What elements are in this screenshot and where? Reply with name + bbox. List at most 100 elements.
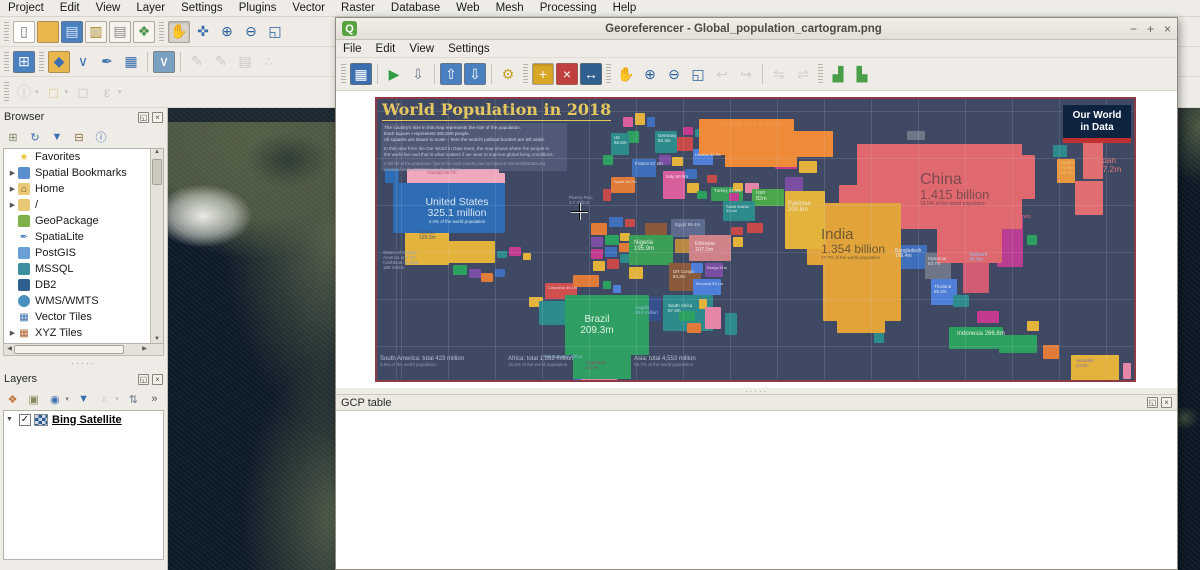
menu-settings[interactable]: Settings [441, 42, 497, 56]
menu-help[interactable]: Help [605, 1, 645, 15]
browser-vertical-scrollbar[interactable]: ▲▼ [150, 149, 163, 343]
filter-legend-icon[interactable]: ▼ [75, 390, 92, 408]
zoom-in-icon[interactable]: ⊕ [639, 63, 661, 85]
load-gcp-points-icon[interactable]: ⇧ [440, 63, 462, 85]
menu-processing[interactable]: Processing [532, 1, 605, 15]
collapse-all-icon[interactable]: ⊟ [70, 128, 88, 146]
save-gcp-points-icon[interactable]: ⇩ [464, 63, 486, 85]
expander-icon[interactable]: ▶ [7, 201, 18, 209]
histogram-stretch-full-icon[interactable]: ▟ [827, 63, 849, 85]
new-spatialite-layer-icon[interactable]: ✒ [96, 51, 118, 73]
refresh-icon[interactable]: ↻ [26, 128, 44, 146]
browser-item-home[interactable]: ▶⌂Home [4, 181, 163, 197]
browser-item-wms-wmts[interactable]: WMS/WMTS [4, 293, 163, 309]
overflow-icon[interactable]: » [146, 390, 163, 408]
new-print-layout-icon[interactable]: ▥ [85, 21, 107, 43]
browser-item-db2[interactable]: DB2 [4, 277, 163, 293]
expander-icon[interactable]: ▶ [7, 185, 18, 193]
layer-expander-icon[interactable]: ▼ [6, 416, 16, 423]
dropdown-caret-icon[interactable]: ▾ [118, 88, 122, 96]
new-geopackage-layer-icon[interactable]: ◆ [48, 51, 70, 73]
zoom-in-icon[interactable]: ⊕ [216, 21, 238, 43]
open-project-icon[interactable] [37, 21, 59, 43]
zoom-out-icon[interactable]: ⊖ [663, 63, 685, 85]
filter-browser-icon[interactable]: ▼ [48, 128, 66, 146]
menu-view[interactable]: View [88, 1, 129, 15]
layer-row-bing-satellite[interactable]: ▼ ✓ Bing Satellite [4, 411, 163, 428]
browser-item-spatialite[interactable]: ✒SpatiaLite [4, 229, 163, 245]
dropdown-caret-icon[interactable]: ▾ [35, 88, 39, 96]
toolbar-grip[interactable] [39, 52, 44, 72]
toolbar-grip[interactable] [4, 82, 9, 102]
browser-horizontal-scrollbar[interactable]: ◀▶ [3, 344, 164, 356]
layer-name[interactable]: Bing Satellite [52, 414, 122, 426]
georeferencer-canvas[interactable]: World Population in 2018 The country's s… [336, 91, 1177, 388]
browser-item-postgis[interactable]: PostGIS [4, 245, 163, 261]
browser-item-mssql[interactable]: MSSQL [4, 261, 163, 277]
browser-item-geopackage[interactable]: GeoPackage [4, 213, 163, 229]
browser-item-vector-tiles[interactable]: ▦Vector Tiles [4, 309, 163, 325]
layer-checkbox[interactable]: ✓ [19, 414, 31, 426]
layers-close-button[interactable]: × [152, 374, 163, 385]
delete-point-icon[interactable]: × [556, 63, 578, 85]
gcp-float-button[interactable]: ◱ [1147, 397, 1158, 408]
pan-to-selection-icon[interactable]: ✜ [192, 21, 214, 43]
start-georeferencing-icon[interactable]: ▶ [383, 63, 405, 85]
move-gcp-point-icon[interactable]: ↔ [580, 63, 602, 85]
menu-raster[interactable]: Raster [333, 1, 383, 15]
browser-item-spatial-bookmarks[interactable]: ▶Spatial Bookmarks [4, 165, 163, 181]
data-source-manager-icon[interactable]: ⊞ [13, 51, 35, 73]
cartogram-raster[interactable]: World Population in 2018 The country's s… [375, 97, 1136, 382]
toolbar-grip[interactable] [818, 64, 823, 84]
zoom-to-layer-icon[interactable]: ◱ [687, 63, 709, 85]
open-raster-icon[interactable]: ▦ [350, 63, 372, 85]
menu-edit[interactable]: Edit [369, 42, 403, 56]
histogram-stretch-local-icon[interactable]: ▙ [851, 63, 873, 85]
menu-file[interactable]: File [336, 42, 369, 56]
save-project-icon[interactable]: ▤ [61, 21, 83, 43]
panel-splitter[interactable]: ····· [0, 356, 167, 370]
toolbar-grip[interactable] [4, 22, 9, 42]
new-shapefile-layer-icon[interactable]: ∨ [72, 51, 94, 73]
add-point-icon[interactable]: + [532, 63, 554, 85]
toolbar-grip[interactable] [159, 22, 164, 42]
pan-map-icon[interactable]: ✋ [168, 21, 190, 43]
dropdown-caret-icon[interactable]: ▾ [65, 395, 69, 403]
menu-edit[interactable]: Edit [52, 1, 88, 15]
browser-item-xyz-tiles[interactable]: ▶▦XYZ Tiles [4, 325, 163, 341]
generate-gdal-script-icon[interactable]: ⇩ [407, 63, 429, 85]
properties-icon[interactable]: ⓘ [92, 128, 110, 146]
new-vector-layer-icon[interactable]: ∨ [153, 51, 175, 73]
add-group-icon[interactable]: ▣ [25, 390, 42, 408]
transformation-settings-icon[interactable]: ⚙ [497, 63, 519, 85]
expand-collapse-icon[interactable]: ⇅ [125, 390, 142, 408]
pan-icon[interactable]: ✋ [615, 63, 637, 85]
new-project-icon[interactable]: ▯ [13, 21, 35, 43]
menu-vector[interactable]: Vector [284, 1, 333, 15]
add-selected-layers-icon[interactable]: ⊞ [4, 128, 22, 146]
menu-web[interactable]: Web [448, 1, 487, 15]
browser-close-button[interactable]: × [152, 112, 163, 123]
expander-icon[interactable]: ▶ [7, 169, 18, 177]
map-canvas-satellite-right[interactable] [1178, 108, 1200, 570]
maximize-button[interactable]: + [1147, 22, 1154, 36]
toolbar-grip[interactable] [523, 64, 528, 84]
dropdown-caret-icon[interactable]: ▾ [115, 395, 119, 403]
style-manager-icon[interactable]: ❖ [133, 21, 155, 43]
minimize-button[interactable]: − [1130, 22, 1137, 36]
layout-manager-icon[interactable]: ▤ [109, 21, 131, 43]
expander-icon[interactable]: ▶ [7, 329, 18, 337]
manage-map-themes-icon[interactable]: ◉ [46, 390, 63, 408]
browser-item-favorites[interactable]: ★Favorites [4, 149, 163, 165]
close-button[interactable]: × [1164, 22, 1171, 36]
menu-project[interactable]: Project [0, 1, 52, 15]
new-virtual-layer-icon[interactable]: ▦ [120, 51, 142, 73]
browser-float-button[interactable]: ◱ [138, 112, 149, 123]
zoom-full-icon[interactable]: ◱ [264, 21, 286, 43]
menu-settings[interactable]: Settings [173, 1, 231, 15]
layers-float-button[interactable]: ◱ [138, 374, 149, 385]
browser-item--[interactable]: ▶/ [4, 197, 163, 213]
menu-mesh[interactable]: Mesh [488, 1, 532, 15]
toolbar-grip[interactable] [606, 64, 611, 84]
menu-layer[interactable]: Layer [128, 1, 173, 15]
